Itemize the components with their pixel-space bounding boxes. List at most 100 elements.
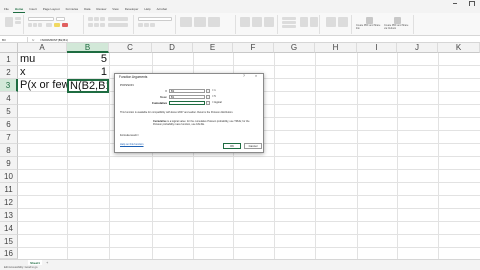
font-name-select[interactable]	[28, 17, 54, 21]
tab-view[interactable]: View	[110, 6, 120, 13]
align-top-icon[interactable]	[88, 17, 93, 21]
row-header-16[interactable]: 16	[0, 248, 18, 259]
row-header-15[interactable]: 15	[0, 235, 18, 248]
align-left-icon[interactable]	[88, 23, 93, 27]
cell-a2[interactable]: x	[20, 66, 26, 79]
row-header-12[interactable]: 12	[0, 196, 18, 209]
row-header-14[interactable]: 14	[0, 222, 18, 235]
tab-data[interactable]: Data	[82, 6, 92, 13]
bold-icon[interactable]	[28, 23, 32, 27]
tab-insert[interactable]: Insert	[27, 6, 39, 13]
align-center-icon[interactable]	[94, 23, 99, 27]
paste-icon[interactable]	[5, 17, 13, 27]
merge-center-button[interactable]	[108, 23, 128, 27]
currency-icon[interactable]	[138, 23, 143, 27]
fill-color-icon[interactable]	[54, 23, 60, 27]
help-link[interactable]: Help on this function	[120, 143, 144, 146]
row-header-11[interactable]: 11	[0, 183, 18, 196]
align-middle-icon[interactable]	[94, 17, 99, 21]
align-bottom-icon[interactable]	[100, 17, 105, 21]
active-cell-b3[interactable]: N(B2,B1)	[67, 79, 109, 93]
sort-filter-icon[interactable]	[300, 17, 308, 27]
row-header-13[interactable]: 13	[0, 209, 18, 222]
cell-a1[interactable]: mu	[20, 53, 35, 66]
delete-cells-icon[interactable]	[252, 17, 262, 27]
column-header-k[interactable]: K	[438, 43, 480, 53]
addins-icon[interactable]	[326, 17, 336, 27]
addins-group	[322, 15, 352, 34]
underline-icon[interactable]	[38, 23, 42, 27]
column-header-h[interactable]: H	[315, 43, 357, 53]
analyze-data-icon[interactable]	[338, 17, 348, 27]
column-header-e[interactable]: E	[193, 43, 233, 53]
clear-icon[interactable]	[282, 25, 296, 28]
autosum-icon[interactable]	[282, 17, 296, 20]
row-header-7[interactable]: 7	[0, 131, 18, 144]
arg-input-cumulative[interactable]	[169, 101, 205, 105]
row-header-5[interactable]: 5	[0, 105, 18, 118]
tab-review[interactable]: Review	[94, 6, 108, 13]
cut-icon[interactable]	[15, 17, 21, 20]
format-cells-icon[interactable]	[264, 17, 274, 27]
range-select-icon[interactable]	[206, 101, 210, 105]
argument-description-text: is a logical value: for the cumulative P…	[153, 120, 250, 127]
select-all-corner[interactable]	[0, 43, 18, 53]
row-header-2[interactable]: 2	[0, 66, 18, 79]
column-header-a[interactable]: A	[18, 43, 67, 53]
row-header-8[interactable]: 8	[0, 144, 18, 157]
tab-formulas[interactable]: Formulas	[64, 6, 81, 13]
column-header-i[interactable]: I	[357, 43, 397, 53]
cell-styles-icon[interactable]	[208, 17, 220, 27]
tab-file[interactable]: File	[2, 6, 11, 13]
column-header-b[interactable]: B	[67, 43, 109, 53]
row-header-4[interactable]: 4	[0, 92, 18, 105]
column-header-j[interactable]: J	[397, 43, 438, 53]
status-bar: Edit Accessibility: Good to go	[0, 265, 480, 270]
pdf-share-link-icon[interactable]	[366, 17, 373, 24]
find-select-icon[interactable]	[310, 17, 318, 27]
number-format-select[interactable]	[138, 17, 172, 21]
italic-icon[interactable]	[33, 23, 37, 27]
column-header-g[interactable]: G	[274, 43, 315, 53]
fill-icon[interactable]	[282, 21, 296, 24]
tab-developer[interactable]: Developer	[123, 6, 141, 13]
row-header-6[interactable]: 6	[0, 118, 18, 131]
font-size-select[interactable]	[56, 17, 65, 21]
column-header-c[interactable]: C	[109, 43, 152, 53]
cancel-button[interactable]: Cancel	[244, 143, 262, 149]
arg-input-x[interactable]: B2	[169, 89, 205, 93]
wrap-text-button[interactable]	[108, 17, 128, 21]
percent-icon[interactable]	[144, 23, 149, 27]
range-select-icon[interactable]	[206, 95, 210, 99]
pdf-outlook-icon[interactable]	[394, 17, 401, 24]
ok-button[interactable]: OK	[223, 143, 241, 149]
row-header-9[interactable]: 9	[0, 157, 18, 170]
column-header-d[interactable]: D	[152, 43, 193, 53]
cells-group	[238, 15, 278, 34]
tab-home[interactable]: Home	[12, 6, 26, 13]
cell-b2[interactable]: 1	[69, 66, 107, 79]
format-as-table-icon[interactable]	[194, 17, 206, 27]
function-arguments-dialog: Function Arguments ? × POISSON X B2 = 1 …	[114, 73, 264, 153]
tab-help[interactable]: Help	[142, 6, 152, 13]
borders-icon[interactable]	[46, 23, 52, 27]
tab-page-layout[interactable]: Page Layout	[41, 6, 62, 13]
conditional-formatting-icon[interactable]	[180, 17, 192, 27]
row-header-3[interactable]: 3	[0, 79, 18, 92]
row-header-10[interactable]: 10	[0, 170, 18, 183]
tab-acrobat[interactable]: Acrobat	[155, 6, 169, 13]
copy-icon[interactable]	[15, 21, 21, 24]
insert-cells-icon[interactable]	[240, 17, 250, 27]
font-color-icon[interactable]	[62, 23, 68, 27]
row-header-1[interactable]: 1	[0, 53, 18, 66]
align-right-icon[interactable]	[100, 23, 105, 27]
grid-line	[18, 195, 480, 196]
pdf-outlook-label: Create PDF and Share via Outlook	[384, 24, 409, 30]
arg-input-mean[interactable]: B1	[169, 95, 205, 99]
help-icon[interactable]: ?	[243, 74, 245, 78]
range-select-icon[interactable]	[206, 89, 210, 93]
close-icon[interactable]: ×	[255, 74, 257, 78]
comma-icon[interactable]	[150, 23, 155, 27]
cell-b1[interactable]: 5	[69, 53, 107, 66]
column-header-f[interactable]: F	[233, 43, 274, 53]
